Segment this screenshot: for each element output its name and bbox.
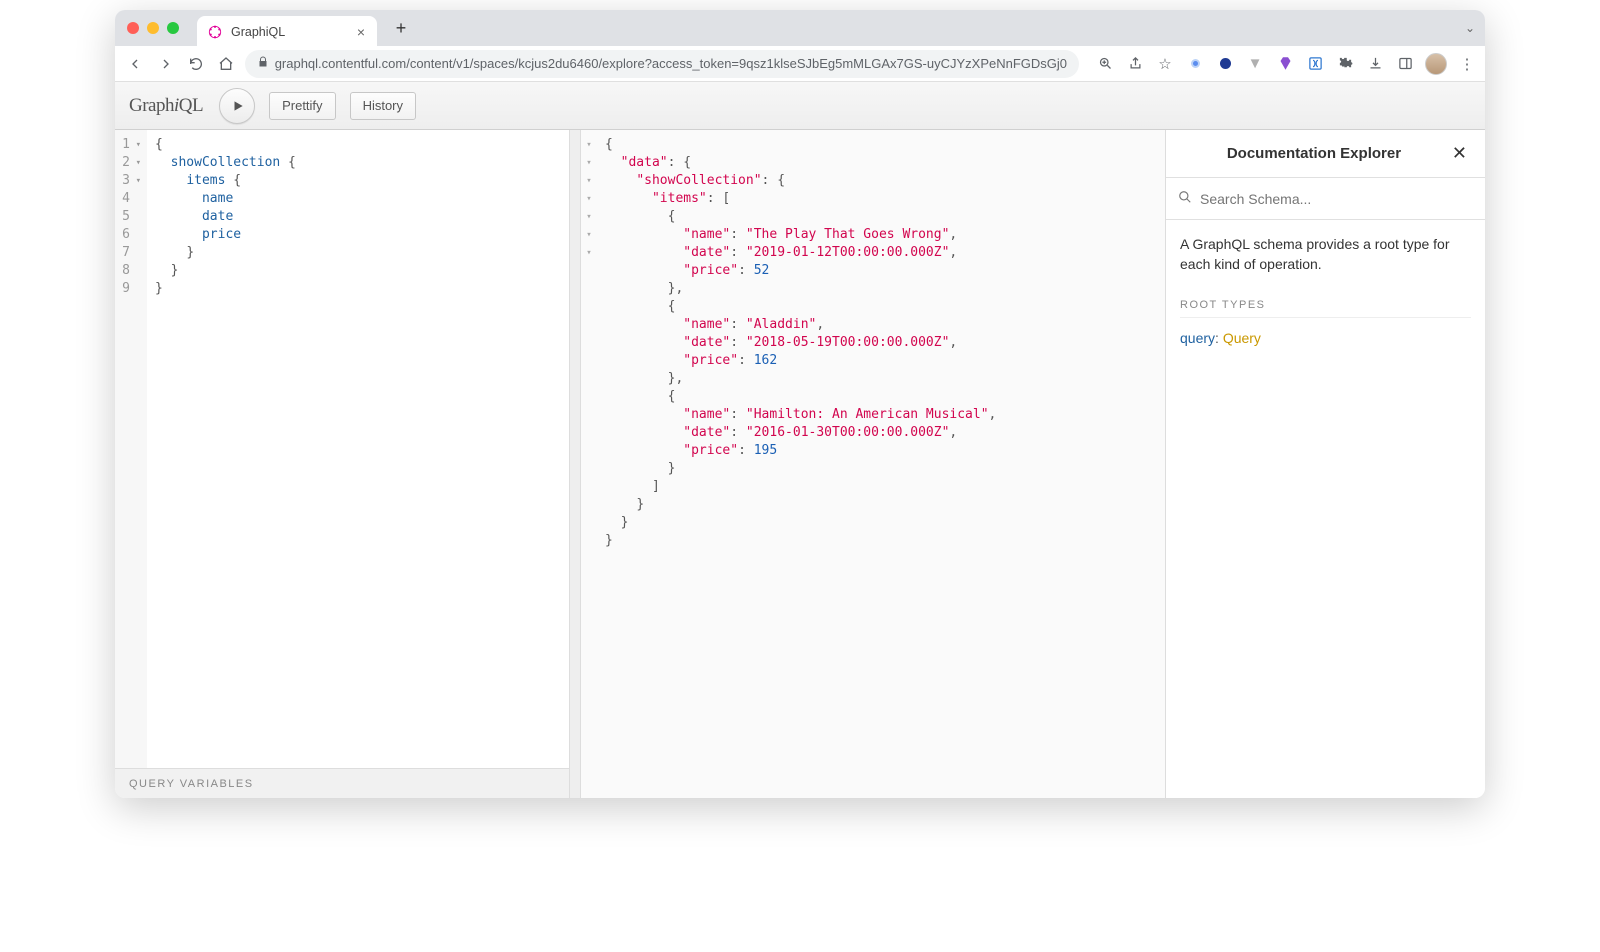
result-pane: ▾▾▾▾▾▾▾ { "data": { "showCollection": { …	[581, 130, 1165, 798]
line-gutter: 1▾2▾3▾456789	[115, 130, 147, 768]
extension-icon-4[interactable]	[1275, 54, 1295, 74]
traffic-lights	[127, 22, 179, 34]
search-icon	[1178, 190, 1192, 207]
graphiql-logo: GraphiQL	[129, 95, 203, 117]
query-code[interactable]: { showCollection { items { name date pri…	[147, 130, 569, 768]
result-fold-gutter: ▾▾▾▾▾▾▾	[581, 130, 597, 798]
result-json[interactable]: { "data": { "showCollection": { "items":…	[597, 130, 1165, 798]
gutter-line: 2▾	[119, 154, 141, 172]
doc-title: Documentation Explorer	[1180, 145, 1448, 162]
execute-query-button[interactable]	[219, 88, 255, 124]
play-icon	[231, 99, 245, 113]
extension-icon-5[interactable]	[1305, 54, 1325, 74]
gutter-line: 9	[119, 280, 141, 298]
window-close-icon[interactable]	[127, 22, 139, 34]
query-editor-column: 1▾2▾3▾456789 { showCollection { items { …	[115, 130, 570, 798]
sidepanel-icon[interactable]	[1395, 54, 1415, 74]
browser-chrome: GraphiQL × + ⌄ graphql.contentful.com/co…	[115, 10, 1485, 82]
history-button[interactable]: History	[350, 92, 416, 120]
pane-resize-handle[interactable]	[570, 130, 581, 798]
profile-avatar[interactable]	[1425, 53, 1447, 75]
share-icon[interactable]	[1125, 54, 1145, 74]
new-tab-button[interactable]: +	[387, 14, 415, 42]
doc-search[interactable]	[1166, 178, 1485, 220]
doc-description: A GraphQL schema provides a root type fo…	[1180, 234, 1471, 275]
tab-close-icon[interactable]: ×	[355, 24, 367, 40]
doc-close-button[interactable]: ✕	[1448, 139, 1471, 168]
documentation-explorer: Documentation Explorer ✕ A GraphQL schem…	[1165, 130, 1485, 798]
tab-overflow-icon[interactable]: ⌄	[1465, 21, 1475, 35]
nav-back-button[interactable]	[123, 51, 147, 77]
doc-root-type[interactable]: Query	[1223, 330, 1261, 346]
prettify-button[interactable]: Prettify	[269, 92, 335, 120]
doc-header: Documentation Explorer ✕	[1166, 130, 1485, 178]
bookmark-star-icon[interactable]: ☆	[1155, 54, 1175, 74]
gutter-line: 6	[119, 226, 141, 244]
tab-strip: GraphiQL × + ⌄	[115, 10, 1485, 46]
nav-forward-button[interactable]	[153, 51, 177, 77]
chrome-toolbar-icons: ☆ ▼ ⋮	[1095, 53, 1477, 75]
doc-body: A GraphQL schema provides a root type fo…	[1166, 220, 1485, 360]
graphiql-main: 1▾2▾3▾456789 { showCollection { items { …	[115, 130, 1485, 798]
gutter-line: 4	[119, 190, 141, 208]
window-minimize-icon[interactable]	[147, 22, 159, 34]
gutter-line: 7	[119, 244, 141, 262]
lock-icon	[257, 56, 269, 71]
address-bar-row: graphql.contentful.com/content/v1/spaces…	[115, 46, 1485, 82]
gutter-line: 3▾	[119, 172, 141, 190]
doc-root-field[interactable]: query	[1180, 330, 1215, 346]
query-editor[interactable]: 1▾2▾3▾456789 { showCollection { items { …	[115, 130, 569, 768]
extension-icon-1[interactable]	[1185, 54, 1205, 74]
browser-window: GraphiQL × + ⌄ graphql.contentful.com/co…	[115, 10, 1485, 798]
gutter-line: 8	[119, 262, 141, 280]
download-icon[interactable]	[1365, 54, 1385, 74]
extension-icon-2[interactable]	[1215, 54, 1235, 74]
url-text: graphql.contentful.com/content/v1/spaces…	[275, 56, 1067, 71]
gutter-line: 5	[119, 208, 141, 226]
graphiql-toolbar: GraphiQL Prettify History	[115, 82, 1485, 130]
doc-root-line: query: Query	[1180, 330, 1471, 346]
chrome-menu-icon[interactable]: ⋮	[1457, 54, 1477, 74]
query-variables-bar[interactable]: Query Variables	[115, 768, 569, 798]
browser-tab[interactable]: GraphiQL ×	[197, 16, 377, 48]
doc-section-header: Root Types	[1180, 299, 1471, 318]
zoom-icon[interactable]	[1095, 54, 1115, 74]
extension-icon-3[interactable]: ▼	[1245, 54, 1265, 74]
favicon-icon	[207, 24, 223, 40]
gutter-line: 1▾	[119, 136, 141, 154]
address-bar[interactable]: graphql.contentful.com/content/v1/spaces…	[245, 50, 1079, 78]
nav-reload-button[interactable]	[184, 51, 208, 77]
tab-title: GraphiQL	[231, 25, 285, 39]
window-zoom-icon[interactable]	[167, 22, 179, 34]
doc-search-input[interactable]	[1200, 191, 1473, 207]
nav-home-button[interactable]	[214, 51, 238, 77]
extensions-puzzle-icon[interactable]	[1335, 54, 1355, 74]
